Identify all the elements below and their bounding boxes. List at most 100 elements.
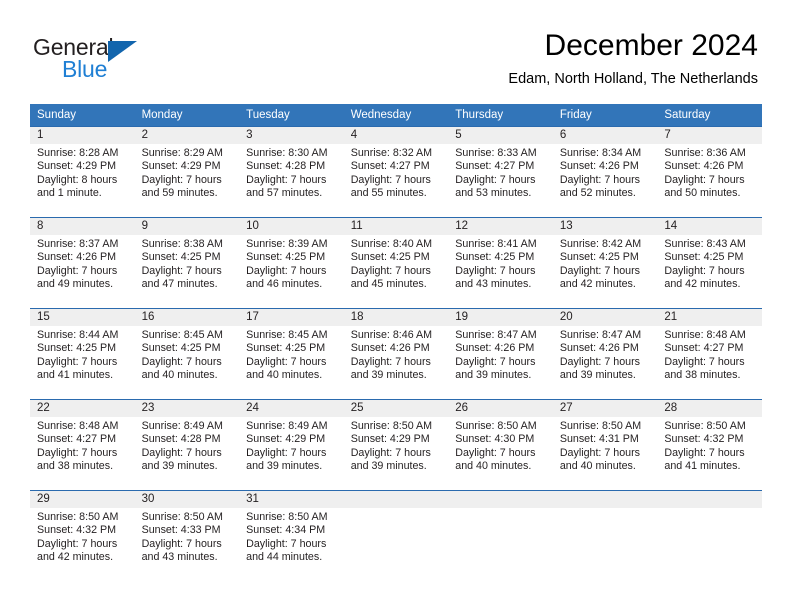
daylight-text-line1: Daylight: 7 hours	[37, 264, 118, 277]
day-details: Sunrise: 8:38 AM Sunset: 4:25 PM Dayligh…	[135, 235, 240, 292]
sunset-text: Sunset: 4:32 PM	[664, 433, 744, 446]
daylight-text-line1: Daylight: 7 hours	[664, 355, 745, 368]
day-cell[interactable]: 19 Sunrise: 8:47 AM Sunset: 4:26 PM Dayl…	[448, 308, 553, 395]
general-blue-logo[interactable]: General Blue	[33, 34, 233, 84]
day-cell[interactable]: 16 Sunrise: 8:45 AM Sunset: 4:25 PM Dayl…	[134, 308, 240, 395]
day-cell[interactable]: 3 Sunrise: 8:30 AM Sunset: 4:28 PM Dayli…	[239, 126, 344, 213]
day-number: 2	[134, 127, 240, 144]
day-cell[interactable]: 4 Sunrise: 8:32 AM Sunset: 4:27 PM Dayli…	[343, 126, 449, 213]
day-number: 17	[239, 309, 344, 326]
day-cell[interactable]: 7 Sunrise: 8:36 AM Sunset: 4:26 PM Dayli…	[657, 126, 762, 213]
day-details: Sunrise: 8:50 AM Sunset: 4:34 PM Dayligh…	[239, 508, 344, 565]
day-number: 18	[343, 309, 449, 326]
daylight-text-line2: and 39 minutes.	[350, 460, 427, 473]
sunset-text: Sunset: 4:34 PM	[246, 524, 326, 537]
day-details: Sunrise: 8:28 AM Sunset: 4:29 PM Dayligh…	[30, 144, 135, 201]
daylight-text-line1: Daylight: 7 hours	[455, 355, 536, 368]
day-details: Sunrise: 8:29 AM Sunset: 4:29 PM Dayligh…	[135, 144, 240, 201]
sunrise-text: Sunrise: 8:45 AM	[141, 329, 223, 341]
day-details: Sunrise: 8:48 AM Sunset: 4:27 PM Dayligh…	[30, 417, 135, 474]
day-details: Sunrise: 8:45 AM Sunset: 4:25 PM Dayligh…	[239, 326, 344, 383]
daylight-text-line2: and 44 minutes.	[246, 551, 323, 564]
daylight-text-line2: and 42 minutes.	[37, 551, 114, 564]
daylight-text-line1: Daylight: 7 hours	[37, 446, 118, 459]
day-details: Sunrise: 8:32 AM Sunset: 4:27 PM Dayligh…	[344, 144, 449, 201]
day-details: Sunrise: 8:48 AM Sunset: 4:27 PM Dayligh…	[657, 326, 762, 383]
day-cell[interactable]: 13 Sunrise: 8:42 AM Sunset: 4:25 PM Dayl…	[552, 217, 658, 304]
page-subtitle: Edam, North Holland, The Netherlands	[508, 71, 758, 87]
sunrise-text: Sunrise: 8:50 AM	[455, 420, 537, 432]
daylight-text-line2: and 40 minutes.	[455, 460, 532, 473]
day-cell-empty	[343, 490, 449, 577]
day-cell[interactable]: 29 Sunrise: 8:50 AM Sunset: 4:32 PM Dayl…	[30, 490, 135, 577]
day-cell[interactable]: 6 Sunrise: 8:34 AM Sunset: 4:26 PM Dayli…	[552, 126, 658, 213]
daylight-text-line2: and 42 minutes.	[664, 278, 741, 291]
daylight-text-line1: Daylight: 7 hours	[141, 537, 222, 550]
daylight-text-line2: and 57 minutes.	[246, 187, 323, 200]
weekday-header-wednesday: Wednesday	[343, 104, 449, 127]
week-row: 22 Sunrise: 8:48 AM Sunset: 4:27 PM Dayl…	[30, 399, 762, 486]
sunrise-text: Sunrise: 8:44 AM	[37, 329, 119, 341]
day-cell[interactable]: 20 Sunrise: 8:47 AM Sunset: 4:26 PM Dayl…	[552, 308, 658, 395]
day-cell[interactable]: 18 Sunrise: 8:46 AM Sunset: 4:26 PM Dayl…	[343, 308, 449, 395]
day-number: 3	[239, 127, 344, 144]
sunrise-text: Sunrise: 8:47 AM	[455, 329, 537, 341]
day-number: 19	[448, 309, 553, 326]
day-cell[interactable]: 2 Sunrise: 8:29 AM Sunset: 4:29 PM Dayli…	[134, 126, 240, 213]
day-details: Sunrise: 8:50 AM Sunset: 4:29 PM Dayligh…	[344, 417, 449, 474]
sunset-text: Sunset: 4:26 PM	[559, 342, 639, 355]
sunset-text: Sunset: 4:25 PM	[141, 342, 221, 355]
day-cell[interactable]: 31 Sunrise: 8:50 AM Sunset: 4:34 PM Dayl…	[239, 490, 344, 577]
sunset-text: Sunset: 4:25 PM	[246, 251, 326, 264]
day-details: Sunrise: 8:49 AM Sunset: 4:28 PM Dayligh…	[135, 417, 240, 474]
sunrise-text: Sunrise: 8:32 AM	[350, 147, 433, 159]
day-cell[interactable]: 27 Sunrise: 8:50 AM Sunset: 4:31 PM Dayl…	[552, 399, 658, 486]
daylight-text-line2: and 39 minutes.	[246, 460, 323, 473]
page-title: December 2024	[544, 29, 758, 62]
sunset-text: Sunset: 4:25 PM	[37, 342, 117, 355]
day-cell[interactable]: 1 Sunrise: 8:28 AM Sunset: 4:29 PM Dayli…	[30, 126, 135, 213]
day-details: Sunrise: 8:34 AM Sunset: 4:26 PM Dayligh…	[553, 144, 658, 201]
sunrise-text: Sunrise: 8:33 AM	[455, 147, 537, 159]
sunset-text: Sunset: 4:28 PM	[246, 160, 326, 173]
daylight-text-line1: Daylight: 7 hours	[664, 264, 745, 277]
daylight-text-line2: and 38 minutes.	[37, 460, 114, 473]
day-number	[448, 491, 553, 508]
day-cell[interactable]: 12 Sunrise: 8:41 AM Sunset: 4:25 PM Dayl…	[448, 217, 553, 304]
day-cell[interactable]: 17 Sunrise: 8:45 AM Sunset: 4:25 PM Dayl…	[239, 308, 344, 395]
sunset-text: Sunset: 4:26 PM	[37, 251, 117, 264]
day-details: Sunrise: 8:50 AM Sunset: 4:30 PM Dayligh…	[448, 417, 553, 474]
sunset-text: Sunset: 4:28 PM	[141, 433, 221, 446]
day-cell[interactable]: 8 Sunrise: 8:37 AM Sunset: 4:26 PM Dayli…	[30, 217, 135, 304]
day-cell[interactable]: 25 Sunrise: 8:50 AM Sunset: 4:29 PM Dayl…	[343, 399, 449, 486]
daylight-text-line1: Daylight: 7 hours	[141, 446, 222, 459]
day-cell[interactable]: 22 Sunrise: 8:48 AM Sunset: 4:27 PM Dayl…	[30, 399, 135, 486]
day-cell[interactable]: 14 Sunrise: 8:43 AM Sunset: 4:25 PM Dayl…	[657, 217, 762, 304]
day-cell[interactable]: 26 Sunrise: 8:50 AM Sunset: 4:30 PM Dayl…	[448, 399, 553, 486]
day-cell[interactable]: 24 Sunrise: 8:49 AM Sunset: 4:29 PM Dayl…	[239, 399, 344, 486]
daylight-text-line2: and 39 minutes.	[350, 369, 427, 382]
day-cell[interactable]: 21 Sunrise: 8:48 AM Sunset: 4:27 PM Dayl…	[657, 308, 762, 395]
day-cell[interactable]: 10 Sunrise: 8:39 AM Sunset: 4:25 PM Dayl…	[239, 217, 344, 304]
day-cell[interactable]: 30 Sunrise: 8:50 AM Sunset: 4:33 PM Dayl…	[134, 490, 240, 577]
day-number	[552, 491, 658, 508]
daylight-text-line2: and 45 minutes.	[350, 278, 427, 291]
sunset-text: Sunset: 4:29 PM	[350, 433, 430, 446]
weekday-header-sunday: Sunday	[30, 104, 135, 127]
day-details: Sunrise: 8:39 AM Sunset: 4:25 PM Dayligh…	[239, 235, 344, 292]
day-cell[interactable]: 28 Sunrise: 8:50 AM Sunset: 4:32 PM Dayl…	[657, 399, 762, 486]
sunrise-text: Sunrise: 8:37 AM	[37, 238, 119, 250]
sunrise-text: Sunrise: 8:48 AM	[37, 420, 119, 432]
day-cell[interactable]: 15 Sunrise: 8:44 AM Sunset: 4:25 PM Dayl…	[30, 308, 135, 395]
day-cell[interactable]: 5 Sunrise: 8:33 AM Sunset: 4:27 PM Dayli…	[448, 126, 553, 213]
weekday-header-thursday: Thursday	[448, 104, 553, 127]
day-cell[interactable]: 11 Sunrise: 8:40 AM Sunset: 4:25 PM Dayl…	[343, 217, 449, 304]
logo-triangle-icon	[108, 41, 137, 62]
day-cell[interactable]: 23 Sunrise: 8:49 AM Sunset: 4:28 PM Dayl…	[134, 399, 240, 486]
sunset-text: Sunset: 4:26 PM	[455, 342, 535, 355]
day-number: 23	[134, 400, 240, 417]
day-cell[interactable]: 9 Sunrise: 8:38 AM Sunset: 4:25 PM Dayli…	[134, 217, 240, 304]
daylight-text-line1: Daylight: 7 hours	[141, 264, 222, 277]
day-number: 28	[657, 400, 762, 417]
day-details: Sunrise: 8:44 AM Sunset: 4:25 PM Dayligh…	[30, 326, 135, 383]
